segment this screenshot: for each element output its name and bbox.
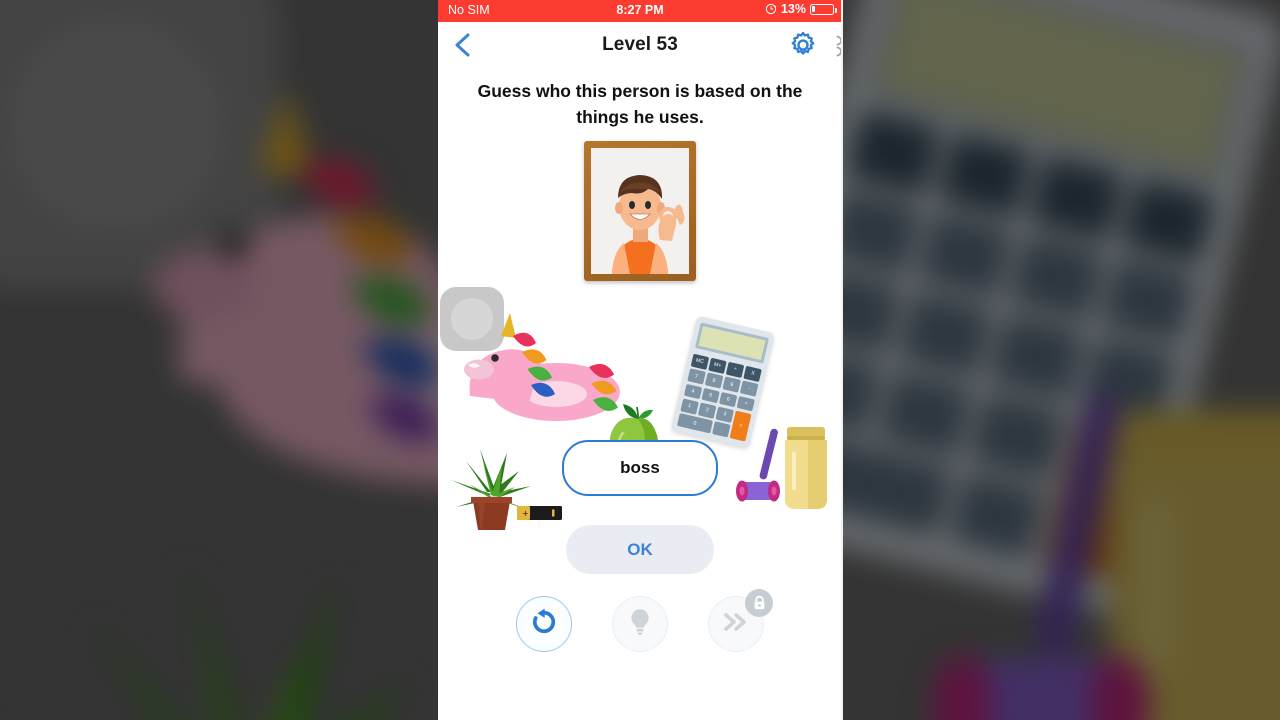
page-title: Level 53 (602, 34, 678, 55)
lightbulb-icon (626, 607, 654, 642)
settings-button[interactable] (788, 30, 818, 60)
answer-input[interactable]: boss (562, 440, 718, 496)
answer-area: boss OK (438, 440, 842, 574)
double-chevron-right-icon (721, 610, 751, 639)
restart-icon (529, 607, 559, 642)
question-text: Guess who this person is based on the th… (477, 81, 803, 128)
battery-percent-label: 13% (780, 2, 806, 16)
gear-icon (791, 31, 815, 55)
rotation-lock-icon (765, 3, 777, 15)
portrait-frame (584, 140, 696, 281)
lock-icon (745, 589, 773, 617)
battery-icon (810, 3, 837, 15)
status-bar: No SIM 8:27 PM 13% (438, 0, 842, 22)
hint-button[interactable] (612, 596, 668, 652)
phone-screen: No SIM 8:27 PM 13% Level 53 Guess who th… (438, 0, 842, 720)
ok-button[interactable]: OK (566, 525, 714, 574)
nav-bar: Level 53 (438, 22, 842, 68)
portrait-photo (591, 147, 689, 274)
restart-button[interactable] (516, 596, 572, 652)
portrait-container (438, 140, 842, 281)
panel-right-edge (841, 0, 843, 720)
status-bar-right-group: 13% (765, 2, 837, 16)
action-buttons (438, 589, 842, 652)
skip-button[interactable] (708, 589, 773, 652)
